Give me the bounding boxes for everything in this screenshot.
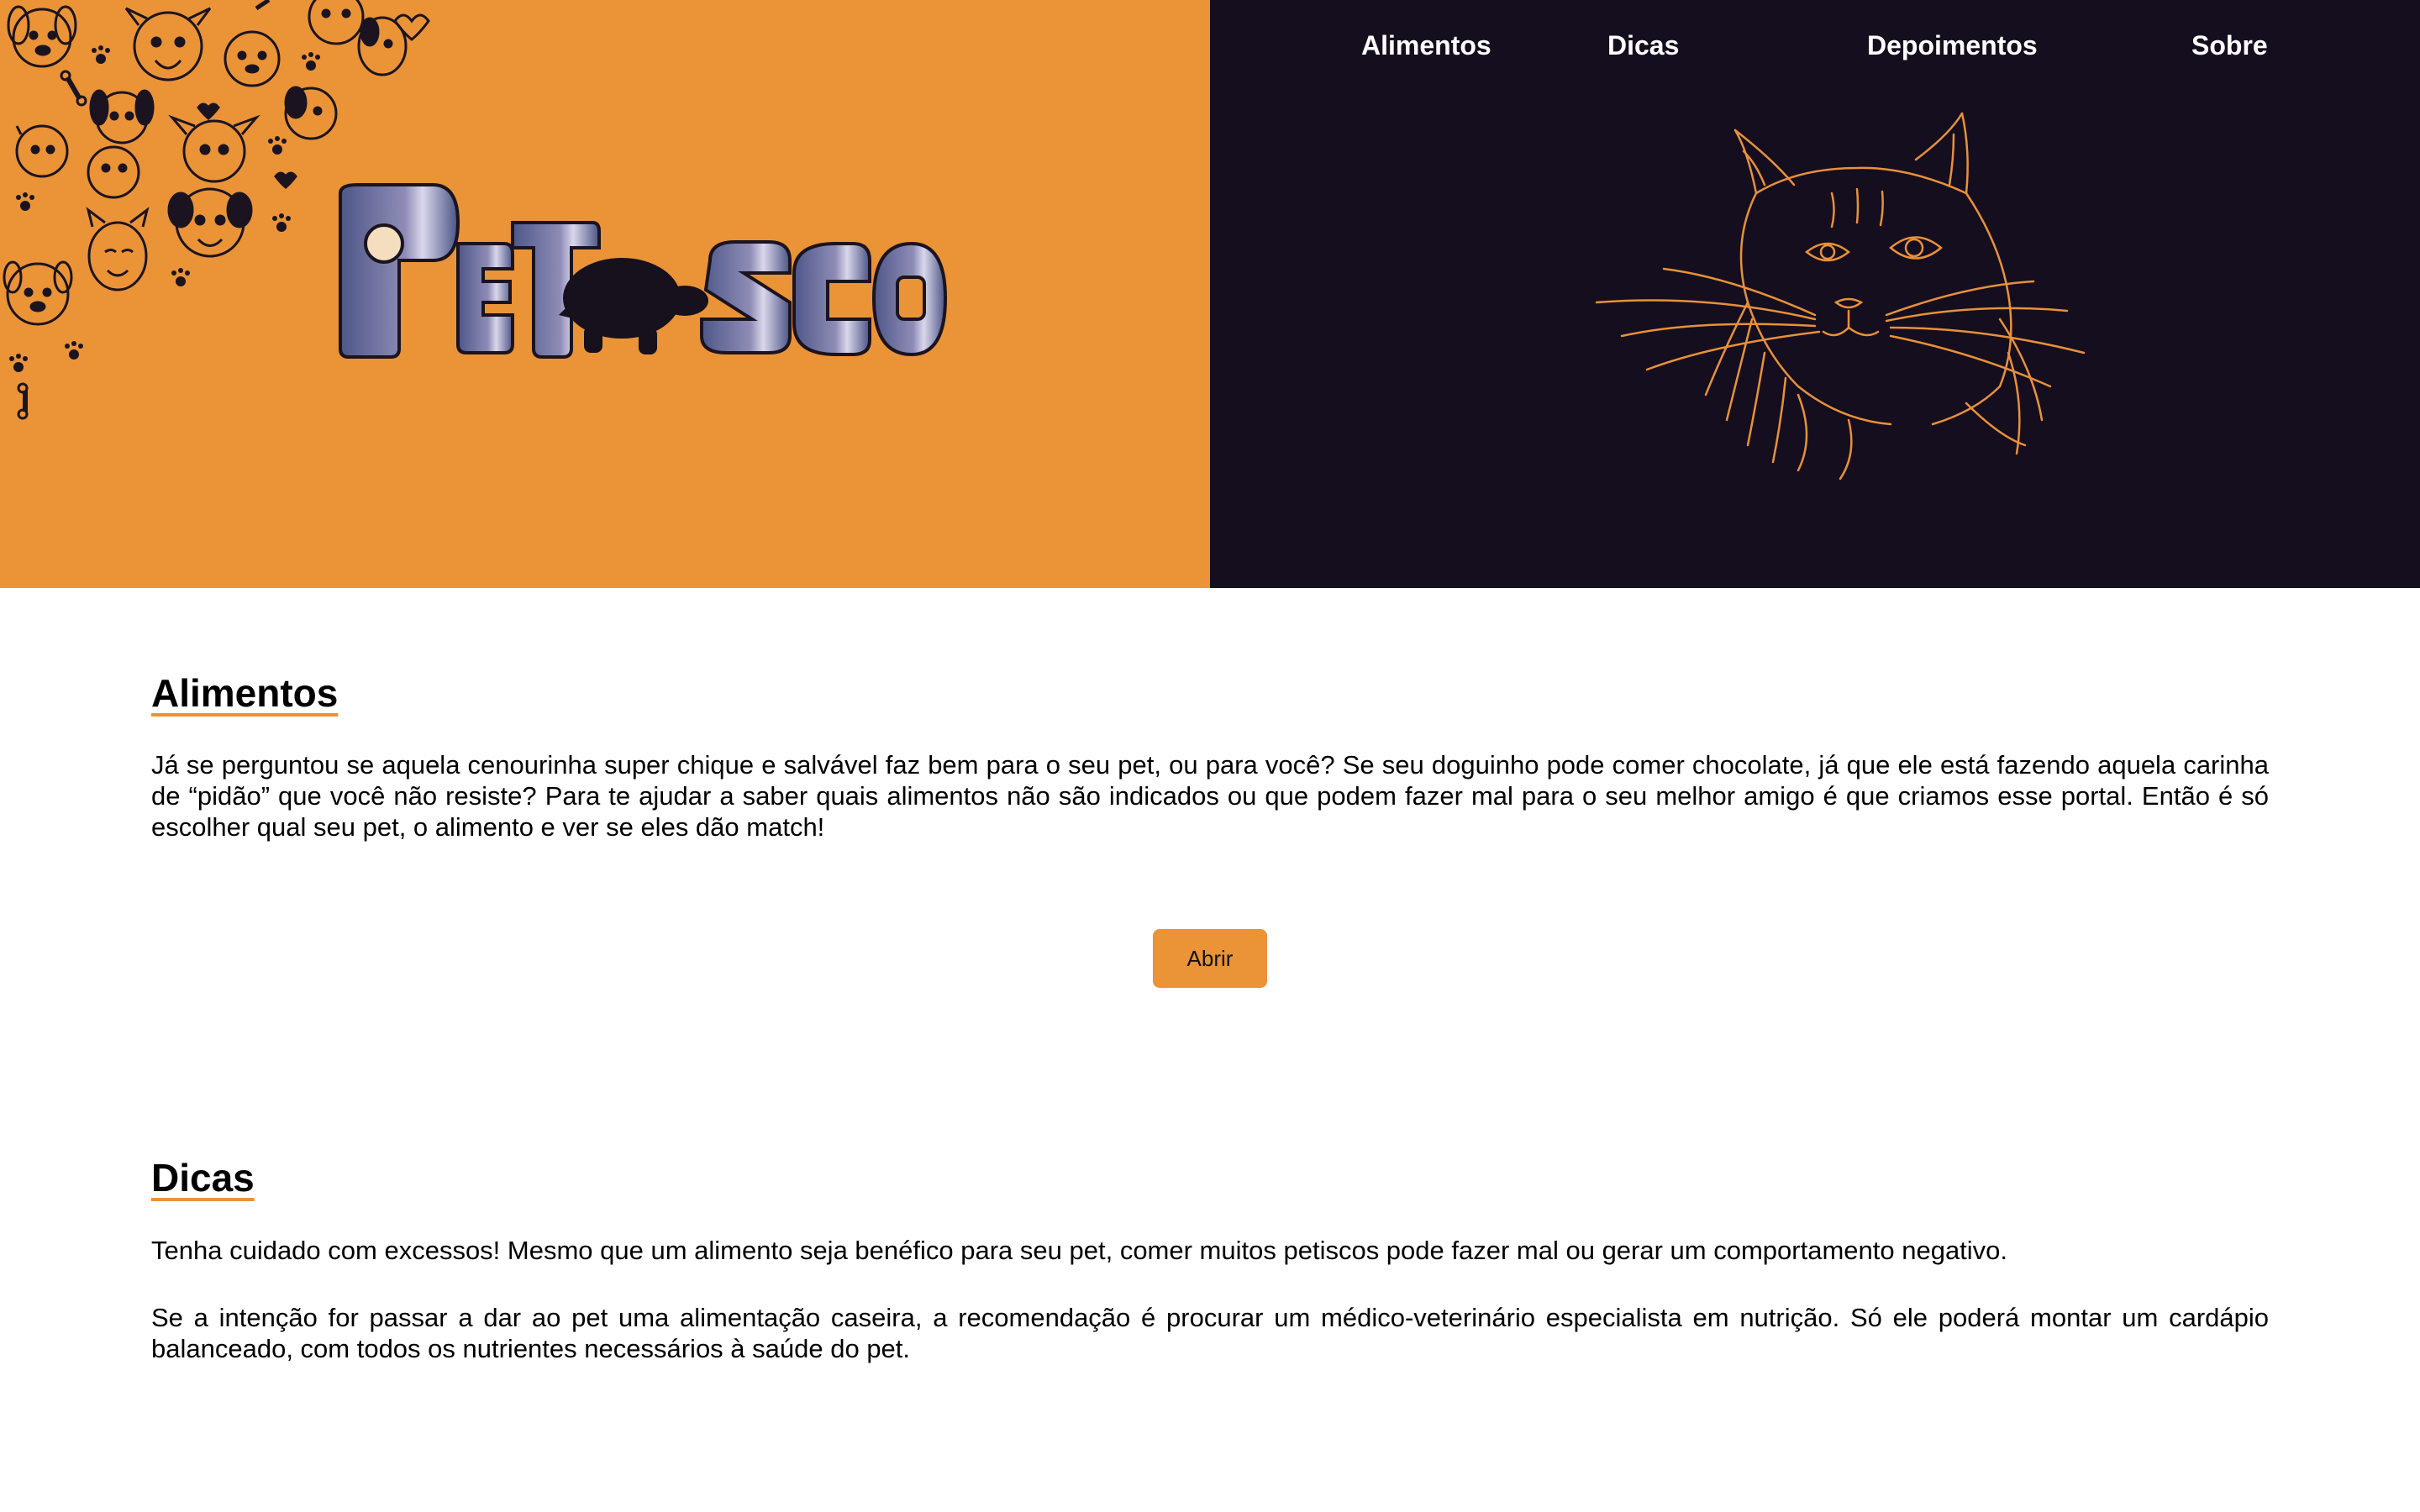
dicas-tip-1: Tenha cuidado com excessos! Mesmo que um… bbox=[151, 1236, 2008, 1265]
hero-header: Alimentos Dicas Depoimentos Sobre bbox=[0, 0, 2420, 588]
petisco-logo bbox=[339, 183, 948, 359]
nav-link-alimentos[interactable]: Alimentos bbox=[1361, 30, 1491, 61]
nav-link-depoimentos[interactable]: Depoimentos bbox=[1867, 30, 2038, 61]
section-title-dicas: Dicas bbox=[151, 1156, 255, 1200]
turtle-icon bbox=[559, 258, 708, 354]
cat-line-art-icon bbox=[1595, 112, 2086, 480]
open-button[interactable]: Abrir bbox=[1153, 929, 1267, 988]
alimentos-description: Já se perguntou se aquela cenourinha sup… bbox=[151, 750, 2269, 842]
hero-left-panel bbox=[0, 0, 1210, 588]
nav-link-sobre[interactable]: Sobre bbox=[2191, 30, 2268, 61]
hero-right-panel: Alimentos Dicas Depoimentos Sobre bbox=[1210, 0, 2420, 588]
dicas-tip-2: Se a intenção for passar a dar ao pet um… bbox=[151, 1303, 2269, 1363]
section-title-alimentos: Alimentos bbox=[151, 671, 339, 715]
nav-link-dicas[interactable]: Dicas bbox=[1607, 30, 1679, 61]
main-nav: Alimentos Dicas Depoimentos Sobre bbox=[1210, 30, 2420, 67]
